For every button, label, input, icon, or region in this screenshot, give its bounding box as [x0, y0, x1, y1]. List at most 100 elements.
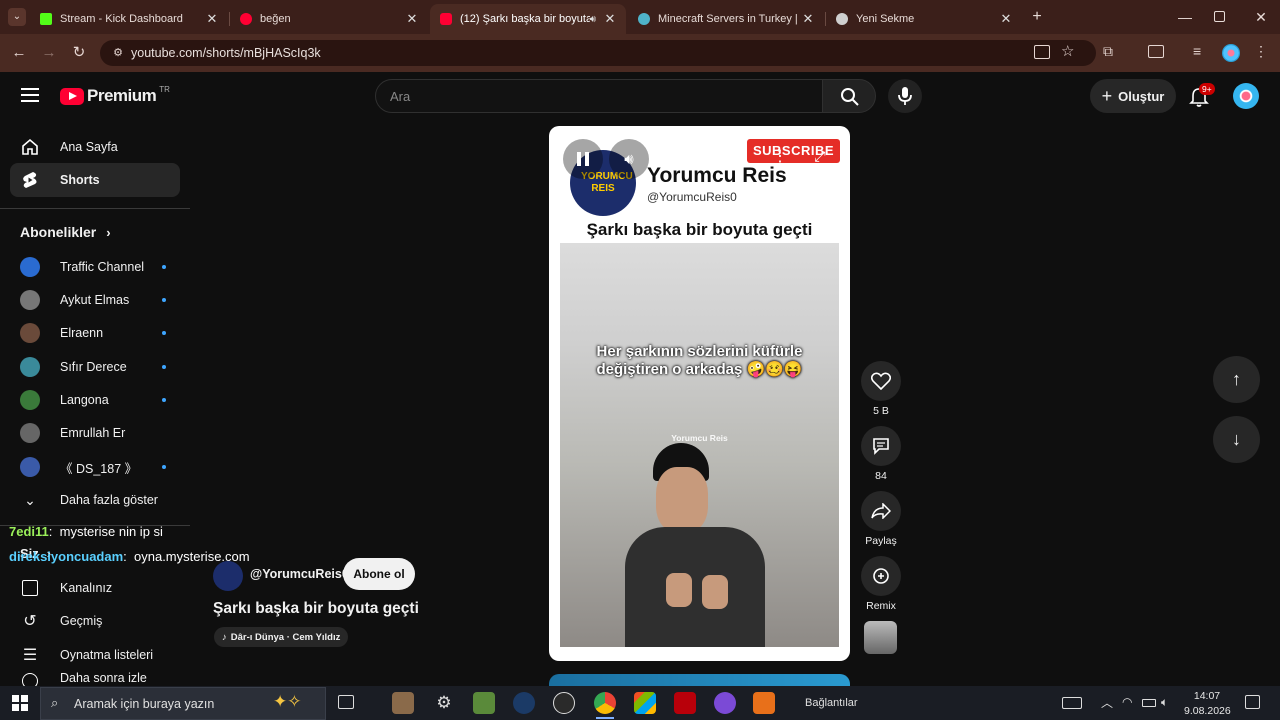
like-button[interactable] [861, 361, 901, 401]
photos-app-icon[interactable] [392, 692, 414, 714]
channel-avatar [20, 290, 40, 310]
short-video-player[interactable]: YORUMCU REIS Yorumcu Reis @YorumcuReis0 … [549, 126, 850, 661]
chevron-up-icon[interactable]: ︿ [1101, 694, 1113, 711]
sidebar-item-watch-later[interactable]: Daha sonra izle [10, 671, 180, 686]
youtube-icon [440, 13, 452, 25]
tab-minecraft-servers[interactable]: Minecraft Servers in Turkey | Se ✕ [628, 4, 824, 34]
subscriptions-header[interactable]: Abonelikler › [20, 224, 111, 240]
media-controls-icon[interactable]: ≡ [1193, 43, 1211, 61]
search-icon [841, 88, 859, 106]
shorts-icon [20, 170, 40, 190]
meta-channel-avatar[interactable] [213, 561, 243, 591]
search-input[interactable]: Ara [375, 79, 823, 113]
sidebar-item-subscription[interactable]: 《 DS_187 》 [10, 450, 180, 484]
window-close-icon[interactable]: ✕ [1252, 8, 1270, 26]
voice-search-button[interactable] [888, 79, 922, 113]
forward-icon[interactable]: → [39, 43, 59, 63]
tab-close-icon[interactable]: ✕ [204, 11, 220, 27]
wifi-icon[interactable]: ◠ [1122, 695, 1132, 709]
video-overlay-text: Her şarkının sözlerini küfürle değiştire… [596, 343, 803, 378]
tab-search-button[interactable]: ⌄ [8, 8, 26, 26]
youtube-premium-logo[interactable]: Premium TR [60, 85, 170, 106]
notification-center-icon[interactable] [1245, 695, 1260, 709]
tab-new-tab[interactable]: Yeni Sekme ✕ [826, 4, 1022, 34]
more-options-icon[interactable]: ⋮ [772, 146, 788, 170]
remix-button[interactable] [861, 556, 901, 596]
account-avatar[interactable] [1233, 83, 1259, 109]
steam-icon[interactable] [513, 692, 535, 714]
tab-close-icon[interactable]: ✕ [404, 11, 420, 27]
new-content-dot [162, 398, 166, 402]
taskbar-search-box[interactable]: ⌕ Aramak için buraya yazın ✦✧ [40, 687, 326, 720]
msi-afterburner-icon[interactable] [674, 692, 696, 714]
tab-close-icon[interactable]: ✕ [800, 11, 816, 27]
reload-icon[interactable]: ↻ [69, 43, 89, 63]
sidebar-item-subscription[interactable]: Langona [10, 383, 180, 417]
reading-mode-icon[interactable] [1148, 45, 1164, 58]
video-channel-handle: @YorumcuReis0 [647, 190, 737, 204]
music-pill[interactable]: ♪ Dâr-ı Dünya · Cem Yıldız [214, 627, 349, 647]
speaker-icon[interactable]: 🔊︎ [590, 14, 596, 25]
comments-button[interactable] [861, 426, 901, 466]
sidebar-item-shorts[interactable]: Shorts [10, 163, 180, 197]
sidebar-show-more[interactable]: ⌄ Daha fazla göster [10, 483, 180, 517]
sidebar-item-home[interactable]: Ana Sayfa [10, 130, 180, 164]
pause-button[interactable] [563, 139, 603, 179]
hamburger-menu-icon[interactable] [21, 88, 39, 102]
volume-button[interactable]: 🔊︎ [609, 139, 649, 179]
twitch-studio-icon[interactable] [714, 692, 736, 714]
obs-icon[interactable] [553, 692, 575, 714]
sidebar-item-playlists[interactable]: ☰ Oynatma listeleri [10, 638, 180, 672]
create-button[interactable]: + Oluştur [1090, 79, 1176, 113]
task-view-icon[interactable] [338, 695, 354, 709]
back-icon[interactable]: ← [9, 43, 29, 63]
tab-begen[interactable]: beğen ✕ [230, 4, 428, 34]
sidebar-item-your-channel[interactable]: Kanalınız [10, 571, 180, 605]
sidebar-item-subscription[interactable]: Elraenn [10, 316, 180, 350]
network-toolbar-label[interactable]: Bağlantılar [805, 697, 858, 709]
windows-start-icon[interactable] [12, 695, 28, 711]
audio-source-thumbnail[interactable] [864, 621, 897, 654]
battery-icon[interactable] [1142, 699, 1156, 707]
previous-short-button[interactable]: ↑ [1213, 356, 1260, 403]
site-info-icon[interactable]: ⚙ [110, 45, 126, 61]
subscribe-button[interactable]: Abone ol [343, 558, 415, 590]
clock[interactable]: 14:07 9.08.2026 [1184, 689, 1231, 719]
chrome-taskbar-icon[interactable] [594, 692, 616, 714]
tab-kick-dashboard[interactable]: Stream - Kick Dashboard ✕ [30, 4, 228, 34]
maximize-icon[interactable] [1214, 11, 1225, 22]
bookmark-star-icon[interactable]: ☆ [1061, 42, 1079, 62]
remix-icon [873, 568, 889, 584]
chrome-icon [836, 13, 848, 25]
next-short-preview[interactable] [549, 674, 850, 686]
tab-youtube-short[interactable]: (12) Şarkı başka bir boyuta g 🔊︎ ✕ [430, 4, 626, 34]
tab-close-icon[interactable]: ✕ [998, 11, 1014, 27]
fullscreen-icon[interactable]: ⤢ [810, 148, 830, 168]
touch-keyboard-icon[interactable] [1062, 697, 1082, 709]
sidebar-item-history[interactable]: ↺ Geçmiş [10, 604, 180, 638]
sidebar-item-subscription[interactable]: Sıfır Derece [10, 350, 180, 384]
profile-avatar[interactable] [1222, 44, 1240, 62]
search-button[interactable] [822, 79, 876, 113]
new-tab-icon[interactable]: + [1028, 8, 1046, 26]
meta-channel-handle[interactable]: @YorumcuReis0 [250, 567, 349, 581]
share-button[interactable] [861, 491, 901, 531]
sidebar-item-subscription[interactable]: Aykut Elmas [10, 283, 180, 317]
streamlabs-icon[interactable] [753, 692, 775, 714]
sidebar-item-subscription[interactable]: Traffic Channel [10, 250, 180, 284]
music-note-icon: ♪ [222, 631, 227, 643]
minecraft-icon[interactable] [473, 692, 495, 714]
install-app-icon[interactable] [1034, 45, 1050, 59]
microsoft-store-icon[interactable] [634, 692, 656, 714]
tab-close-icon[interactable]: ✕ [602, 11, 618, 27]
settings-icon[interactable]: ⚙ [433, 692, 455, 714]
notifications-button[interactable]: 9+ [1186, 83, 1215, 110]
minimize-icon[interactable]: — [1176, 8, 1194, 26]
sidebar-item-subscription[interactable]: Emrullah Er [10, 416, 180, 450]
channel-icon [20, 578, 40, 598]
next-short-button[interactable]: ↓ [1213, 416, 1260, 463]
extensions-icon[interactable]: ⧉ [1103, 43, 1121, 61]
chrome-menu-icon[interactable]: ⋮ [1254, 43, 1268, 61]
chat-line: direksiyoncuadam: oyna.mysterise.com [9, 549, 250, 564]
volume-tray-icon[interactable]: 🔈︎ [1161, 695, 1168, 710]
